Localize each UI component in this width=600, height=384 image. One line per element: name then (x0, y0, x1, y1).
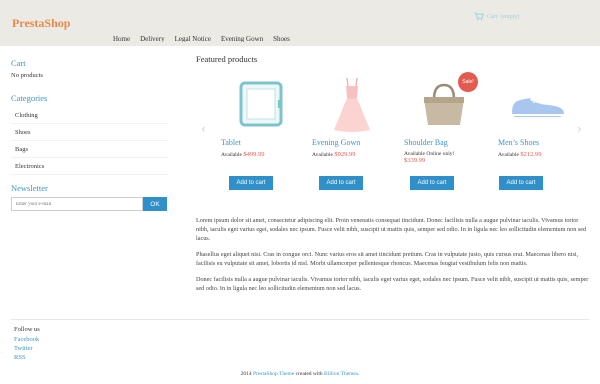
copyright-period: . (358, 371, 360, 377)
product-image[interactable]: Sale! (404, 72, 484, 134)
newsletter-submit-button[interactable]: OK (143, 197, 167, 211)
category-item-clothing[interactable]: Clothing (11, 107, 169, 124)
header-cart[interactable]: Cart (empty) (474, 12, 519, 21)
product-name[interactable]: Men’s Shoes (498, 138, 578, 147)
cart-block-title[interactable]: Cart (11, 58, 169, 68)
add-to-cart-button[interactable]: Add to cart (499, 176, 543, 190)
dress-icon (334, 77, 370, 132)
product-card: Evening Gown Available $929.99 (312, 74, 392, 158)
shoe-icon (512, 97, 564, 117)
product-image[interactable] (221, 74, 301, 134)
newsletter-form: OK (11, 197, 169, 211)
product-price: $499.99 (243, 151, 265, 158)
footer-divider (11, 319, 589, 320)
product-price: $339.99 (404, 157, 426, 164)
product-image[interactable] (312, 74, 392, 134)
product-price: $929.99 (334, 151, 356, 158)
availability-text: Available (498, 152, 519, 158)
header-cart-label: Cart (487, 13, 498, 20)
categories-block-title: Categories (11, 93, 48, 103)
newsletter-block-title: Newsletter (11, 183, 48, 193)
home-text-block: Lorem ipsum dolor sit amet, consectetur … (196, 216, 590, 300)
paragraph: Lorem ipsum dolor sit amet, consectetur … (196, 217, 587, 242)
copyright-year: 2014 (240, 371, 252, 377)
product-card: Tablet Available $499.99 (221, 74, 301, 158)
paragraph: Phasellus eget aliquet nisi. Cras in con… (196, 251, 579, 267)
theme-link[interactable]: PrestaShop Theme (253, 371, 294, 377)
copyright: 2014 PrestaShop Theme created with Billi… (0, 371, 600, 377)
shopping-cart-icon (474, 12, 484, 21)
product-availability: Available Online only! $339.99 (404, 151, 484, 164)
paragraph: Donec facilisis nulla a augue pulvinar i… (196, 276, 589, 292)
twitter-link[interactable]: Twitter (14, 344, 40, 353)
product-availability: Available $212.99 (498, 151, 578, 158)
product-image[interactable] (498, 74, 578, 134)
availability-text: Available (221, 152, 242, 158)
cart-empty-text: No products (11, 72, 43, 79)
site-logo[interactable]: PrestaShop (12, 16, 70, 31)
header: PrestaShop Cart (empty) Home Delivery Le… (0, 0, 600, 46)
add-to-cart-button[interactable]: Add to cart (229, 176, 273, 190)
category-item-electronics[interactable]: Electronics (11, 158, 169, 175)
product-name[interactable]: Shoulder Bag (404, 138, 484, 147)
featured-products-title: Featured products (196, 54, 258, 64)
main-content: Featured products ‹ › Tablet Available $… (196, 54, 590, 292)
header-scallop-border (0, 42, 600, 50)
carousel-prev-arrow-icon[interactable]: ‹ (201, 122, 206, 136)
created-with-text: created with (295, 371, 323, 377)
product-card: Men’s Shoes Available $212.99 (498, 74, 578, 158)
category-item-shoes[interactable]: Shoes (11, 124, 169, 141)
sidebar: Cart No products Categories Clothing Sho… (11, 58, 169, 211)
facebook-link[interactable]: Facebook (14, 335, 40, 344)
newsletter-email-input[interactable] (11, 197, 143, 211)
header-cart-status: (empty) (500, 13, 520, 20)
follow-us-block: Follow us Facebook Twitter RSS (14, 326, 40, 362)
product-availability: Available $929.99 (312, 151, 392, 158)
sale-badge: Sale! (458, 72, 478, 92)
product-price: $212.99 (520, 151, 542, 158)
author-link[interactable]: Billion Themes (324, 371, 358, 377)
category-list: Clothing Shoes Bags Electronics (11, 107, 169, 175)
follow-us-title: Follow us (14, 326, 40, 333)
tablet-icon (239, 81, 283, 127)
add-to-cart-button[interactable]: Add to cart (410, 176, 454, 190)
product-card: Sale! Shoulder Bag Available Online only… (404, 72, 484, 164)
category-item-bags[interactable]: Bags (11, 141, 169, 158)
product-name[interactable]: Tablet (221, 138, 301, 147)
add-to-cart-button[interactable]: Add to cart (319, 176, 363, 190)
product-availability: Available $499.99 (221, 151, 301, 158)
product-name[interactable]: Evening Gown (312, 138, 392, 147)
featured-products-carousel: ‹ › Tablet Available $499.99 Add to cart (196, 72, 590, 214)
availability-text: Available (312, 152, 333, 158)
rss-link[interactable]: RSS (14, 353, 40, 362)
